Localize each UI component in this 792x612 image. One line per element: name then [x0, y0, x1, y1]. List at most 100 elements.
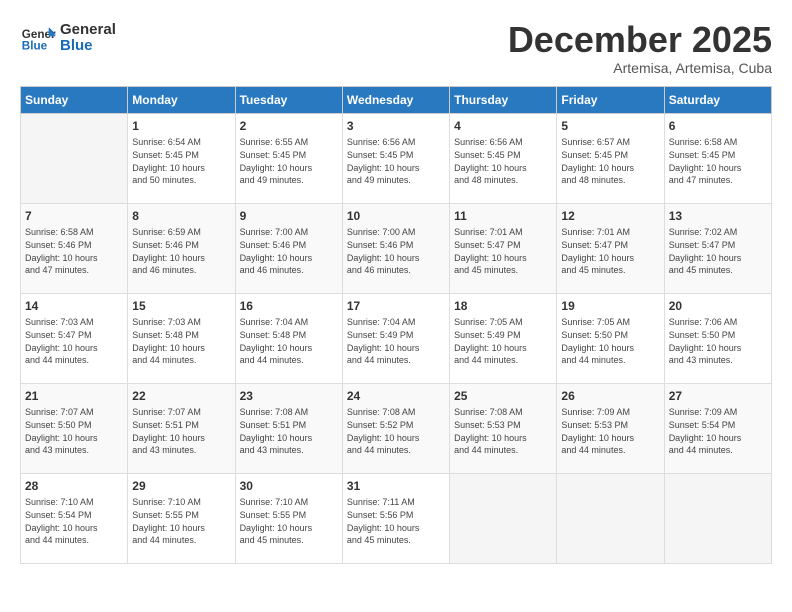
- day-number: 2: [240, 118, 338, 135]
- calendar-cell: 9Sunrise: 7:00 AM Sunset: 5:46 PM Daylig…: [235, 203, 342, 293]
- day-number: 5: [561, 118, 659, 135]
- day-info: Sunrise: 7:07 AM Sunset: 5:51 PM Dayligh…: [132, 406, 230, 456]
- day-info: Sunrise: 6:56 AM Sunset: 5:45 PM Dayligh…: [454, 136, 552, 186]
- calendar-cell: 25Sunrise: 7:08 AM Sunset: 5:53 PM Dayli…: [450, 383, 557, 473]
- day-number: 18: [454, 298, 552, 315]
- day-info: Sunrise: 7:08 AM Sunset: 5:53 PM Dayligh…: [454, 406, 552, 456]
- day-number: 9: [240, 208, 338, 225]
- calendar-cell: 8Sunrise: 6:59 AM Sunset: 5:46 PM Daylig…: [128, 203, 235, 293]
- calendar-cell: 19Sunrise: 7:05 AM Sunset: 5:50 PM Dayli…: [557, 293, 664, 383]
- calendar-cell: 20Sunrise: 7:06 AM Sunset: 5:50 PM Dayli…: [664, 293, 771, 383]
- calendar-cell: 29Sunrise: 7:10 AM Sunset: 5:55 PM Dayli…: [128, 473, 235, 563]
- calendar-cell: 3Sunrise: 6:56 AM Sunset: 5:45 PM Daylig…: [342, 113, 449, 203]
- day-info: Sunrise: 7:08 AM Sunset: 5:51 PM Dayligh…: [240, 406, 338, 456]
- day-info: Sunrise: 7:11 AM Sunset: 5:56 PM Dayligh…: [347, 496, 445, 546]
- svg-text:Blue: Blue: [22, 40, 48, 53]
- day-number: 22: [132, 388, 230, 405]
- day-info: Sunrise: 6:57 AM Sunset: 5:45 PM Dayligh…: [561, 136, 659, 186]
- day-info: Sunrise: 7:05 AM Sunset: 5:50 PM Dayligh…: [561, 316, 659, 366]
- day-info: Sunrise: 7:01 AM Sunset: 5:47 PM Dayligh…: [454, 226, 552, 276]
- calendar-cell: 13Sunrise: 7:02 AM Sunset: 5:47 PM Dayli…: [664, 203, 771, 293]
- calendar-cell: 5Sunrise: 6:57 AM Sunset: 5:45 PM Daylig…: [557, 113, 664, 203]
- day-number: 1: [132, 118, 230, 135]
- calendar-cell: 24Sunrise: 7:08 AM Sunset: 5:52 PM Dayli…: [342, 383, 449, 473]
- day-number: 24: [347, 388, 445, 405]
- calendar-cell: 27Sunrise: 7:09 AM Sunset: 5:54 PM Dayli…: [664, 383, 771, 473]
- calendar-cell: 15Sunrise: 7:03 AM Sunset: 5:48 PM Dayli…: [128, 293, 235, 383]
- day-info: Sunrise: 7:04 AM Sunset: 5:49 PM Dayligh…: [347, 316, 445, 366]
- day-info: Sunrise: 7:07 AM Sunset: 5:50 PM Dayligh…: [25, 406, 123, 456]
- calendar-cell: 22Sunrise: 7:07 AM Sunset: 5:51 PM Dayli…: [128, 383, 235, 473]
- day-info: Sunrise: 7:06 AM Sunset: 5:50 PM Dayligh…: [669, 316, 767, 366]
- day-info: Sunrise: 6:54 AM Sunset: 5:45 PM Dayligh…: [132, 136, 230, 186]
- day-info: Sunrise: 6:59 AM Sunset: 5:46 PM Dayligh…: [132, 226, 230, 276]
- day-info: Sunrise: 6:55 AM Sunset: 5:45 PM Dayligh…: [240, 136, 338, 186]
- day-info: Sunrise: 7:02 AM Sunset: 5:47 PM Dayligh…: [669, 226, 767, 276]
- calendar-week-row: 1Sunrise: 6:54 AM Sunset: 5:45 PM Daylig…: [21, 113, 772, 203]
- calendar-cell: 2Sunrise: 6:55 AM Sunset: 5:45 PM Daylig…: [235, 113, 342, 203]
- calendar-week-row: 14Sunrise: 7:03 AM Sunset: 5:47 PM Dayli…: [21, 293, 772, 383]
- day-number: 26: [561, 388, 659, 405]
- calendar-cell: [557, 473, 664, 563]
- calendar-header-row: Sunday Monday Tuesday Wednesday Thursday…: [21, 86, 772, 113]
- day-info: Sunrise: 7:00 AM Sunset: 5:46 PM Dayligh…: [240, 226, 338, 276]
- day-number: 25: [454, 388, 552, 405]
- day-number: 13: [669, 208, 767, 225]
- day-number: 11: [454, 208, 552, 225]
- day-number: 29: [132, 478, 230, 495]
- day-info: Sunrise: 7:10 AM Sunset: 5:54 PM Dayligh…: [25, 496, 123, 546]
- logo-general: General: [60, 22, 116, 39]
- day-info: Sunrise: 7:10 AM Sunset: 5:55 PM Dayligh…: [132, 496, 230, 546]
- day-number: 4: [454, 118, 552, 135]
- logo-icon: General Blue: [20, 20, 56, 56]
- calendar-cell: 17Sunrise: 7:04 AM Sunset: 5:49 PM Dayli…: [342, 293, 449, 383]
- day-info: Sunrise: 7:03 AM Sunset: 5:48 PM Dayligh…: [132, 316, 230, 366]
- calendar-table: Sunday Monday Tuesday Wednesday Thursday…: [20, 86, 772, 564]
- day-info: Sunrise: 7:09 AM Sunset: 5:53 PM Dayligh…: [561, 406, 659, 456]
- logo: General Blue General Blue: [20, 20, 116, 56]
- calendar-cell: 7Sunrise: 6:58 AM Sunset: 5:46 PM Daylig…: [21, 203, 128, 293]
- day-info: Sunrise: 7:03 AM Sunset: 5:47 PM Dayligh…: [25, 316, 123, 366]
- header-tuesday: Tuesday: [235, 86, 342, 113]
- calendar-cell: 31Sunrise: 7:11 AM Sunset: 5:56 PM Dayli…: [342, 473, 449, 563]
- day-info: Sunrise: 6:58 AM Sunset: 5:45 PM Dayligh…: [669, 136, 767, 186]
- day-number: 23: [240, 388, 338, 405]
- day-number: 8: [132, 208, 230, 225]
- day-info: Sunrise: 7:04 AM Sunset: 5:48 PM Dayligh…: [240, 316, 338, 366]
- day-info: Sunrise: 6:56 AM Sunset: 5:45 PM Dayligh…: [347, 136, 445, 186]
- day-info: Sunrise: 7:09 AM Sunset: 5:54 PM Dayligh…: [669, 406, 767, 456]
- calendar-cell: 14Sunrise: 7:03 AM Sunset: 5:47 PM Dayli…: [21, 293, 128, 383]
- header-sunday: Sunday: [21, 86, 128, 113]
- logo-blue: Blue: [60, 38, 116, 55]
- day-number: 17: [347, 298, 445, 315]
- calendar-cell: [664, 473, 771, 563]
- day-number: 14: [25, 298, 123, 315]
- day-number: 12: [561, 208, 659, 225]
- calendar-cell: [450, 473, 557, 563]
- calendar-cell: 11Sunrise: 7:01 AM Sunset: 5:47 PM Dayli…: [450, 203, 557, 293]
- page-header: General Blue General Blue December 2025 …: [20, 20, 772, 76]
- day-number: 27: [669, 388, 767, 405]
- header-saturday: Saturday: [664, 86, 771, 113]
- calendar-cell: 26Sunrise: 7:09 AM Sunset: 5:53 PM Dayli…: [557, 383, 664, 473]
- calendar-cell: 10Sunrise: 7:00 AM Sunset: 5:46 PM Dayli…: [342, 203, 449, 293]
- day-info: Sunrise: 7:01 AM Sunset: 5:47 PM Dayligh…: [561, 226, 659, 276]
- calendar-week-row: 28Sunrise: 7:10 AM Sunset: 5:54 PM Dayli…: [21, 473, 772, 563]
- header-wednesday: Wednesday: [342, 86, 449, 113]
- calendar-cell: 6Sunrise: 6:58 AM Sunset: 5:45 PM Daylig…: [664, 113, 771, 203]
- calendar-week-row: 7Sunrise: 6:58 AM Sunset: 5:46 PM Daylig…: [21, 203, 772, 293]
- day-info: Sunrise: 6:58 AM Sunset: 5:46 PM Dayligh…: [25, 226, 123, 276]
- calendar-cell: 28Sunrise: 7:10 AM Sunset: 5:54 PM Dayli…: [21, 473, 128, 563]
- day-number: 3: [347, 118, 445, 135]
- day-number: 16: [240, 298, 338, 315]
- header-thursday: Thursday: [450, 86, 557, 113]
- calendar-cell: 21Sunrise: 7:07 AM Sunset: 5:50 PM Dayli…: [21, 383, 128, 473]
- day-number: 31: [347, 478, 445, 495]
- calendar-week-row: 21Sunrise: 7:07 AM Sunset: 5:50 PM Dayli…: [21, 383, 772, 473]
- month-title: December 2025: [508, 20, 772, 60]
- calendar-cell: 4Sunrise: 6:56 AM Sunset: 5:45 PM Daylig…: [450, 113, 557, 203]
- day-number: 10: [347, 208, 445, 225]
- day-number: 28: [25, 478, 123, 495]
- calendar-cell: 16Sunrise: 7:04 AM Sunset: 5:48 PM Dayli…: [235, 293, 342, 383]
- calendar-cell: [21, 113, 128, 203]
